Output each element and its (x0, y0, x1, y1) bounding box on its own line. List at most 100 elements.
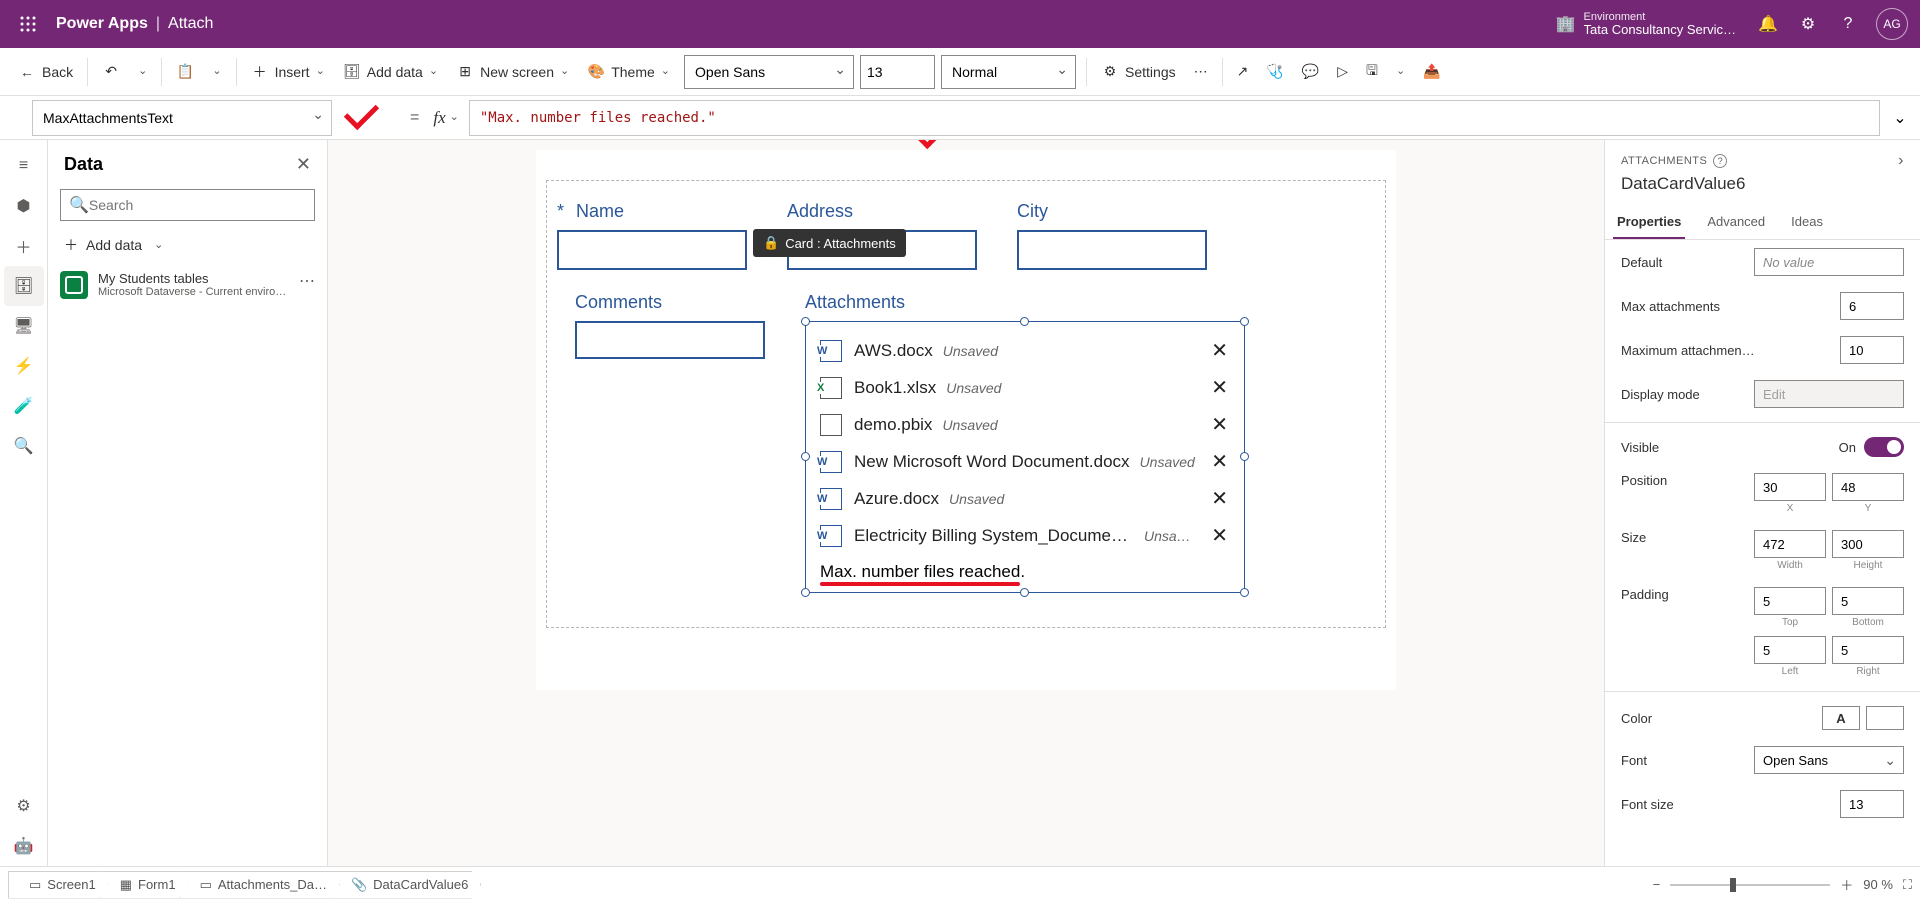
paste-button[interactable]: 📋 (168, 53, 202, 91)
prop-width-input[interactable] (1754, 530, 1826, 558)
prop-fontsize-input[interactable] (1840, 790, 1904, 818)
resize-handle[interactable] (1240, 588, 1249, 597)
rail-power-automate[interactable]: ⚡ (4, 346, 44, 386)
prop-padleft-input[interactable] (1754, 636, 1826, 664)
remove-attachment-icon[interactable]: ✕ (1205, 486, 1234, 511)
share-button[interactable]: ↗ (1229, 53, 1257, 91)
comments-input[interactable] (575, 321, 765, 359)
environment-picker[interactable]: 🏢 Environment Tata Consultancy Servic… (1556, 11, 1736, 37)
paste-menu[interactable]: ⌄ (204, 53, 229, 91)
remove-attachment-icon[interactable]: ✕ (1205, 523, 1234, 548)
rail-data[interactable]: 🗄 (4, 266, 44, 306)
data-source-more-icon[interactable]: ⋯ (299, 271, 315, 291)
back-button[interactable]: ←Back (10, 53, 81, 91)
data-search[interactable]: 🔍 (60, 189, 315, 221)
checker-button[interactable]: 🩺 (1258, 53, 1291, 91)
prop-visible-label: Visible (1621, 440, 1659, 455)
settings-gear-icon[interactable]: ⚙ (1788, 4, 1828, 44)
prop-x-input[interactable] (1754, 473, 1826, 501)
rail-insert[interactable]: ⬢ (4, 186, 44, 226)
prop-default-input[interactable] (1754, 248, 1904, 276)
prop-maxatt-input[interactable] (1840, 292, 1904, 320)
resize-handle[interactable] (801, 588, 810, 597)
resize-handle[interactable] (1240, 317, 1249, 326)
rail-variables[interactable]: 🧪 (4, 386, 44, 426)
expand-panel-icon[interactable]: › (1898, 152, 1904, 170)
notifications-icon[interactable]: 🔔 (1748, 4, 1788, 44)
resize-handle[interactable] (801, 317, 810, 326)
add-data-button[interactable]: 🗄Add data⌄ (335, 53, 446, 91)
font-select[interactable] (684, 55, 854, 89)
breadcrumb-card[interactable]: ▭Attachments_Da… (179, 871, 340, 899)
app-canvas[interactable]: Name Address 🔒 Card : Attachments City (536, 150, 1396, 690)
prop-height-input[interactable] (1832, 530, 1904, 558)
info-icon[interactable]: ? (1713, 154, 1727, 168)
close-panel-icon[interactable]: ✕ (296, 154, 311, 175)
formula-input[interactable] (469, 100, 1880, 136)
prop-font-input[interactable] (1754, 746, 1904, 774)
save-menu[interactable]: ⌄ (1388, 53, 1413, 91)
city-input[interactable] (1017, 230, 1207, 270)
save-button[interactable]: 🖫 (1358, 53, 1386, 91)
prop-maxsize-input[interactable] (1840, 336, 1904, 364)
tab-ideas[interactable]: Ideas (1787, 204, 1827, 239)
fit-screen-button[interactable]: ⛶ (1903, 877, 1912, 893)
rail-media[interactable]: 🖥 (4, 306, 44, 346)
rail-settings[interactable]: ⚙ (4, 786, 44, 826)
zoom-slider[interactable] (1670, 884, 1830, 886)
prop-fill-color[interactable] (1866, 706, 1904, 730)
insert-button[interactable]: ＋Insert⌄ (243, 53, 333, 91)
rail-tree-view[interactable]: ≡ (4, 146, 44, 186)
prop-font-color[interactable]: A (1822, 706, 1860, 730)
breadcrumb-form[interactable]: ▦Form1 (99, 871, 189, 899)
publish-button[interactable]: 📤 (1415, 53, 1448, 91)
name-input[interactable] (557, 230, 747, 270)
zoom-out-button[interactable]: − (1653, 877, 1661, 892)
remove-attachment-icon[interactable]: ✕ (1205, 412, 1234, 437)
remove-attachment-icon[interactable]: ✕ (1205, 449, 1234, 474)
resize-handle[interactable] (801, 452, 810, 461)
clipboard-icon: 📋 (176, 63, 194, 81)
attachments-control[interactable]: AWS.docxUnsaved✕Book1.xlsxUnsaved✕demo.p… (805, 321, 1245, 593)
prop-padtop-input[interactable] (1754, 587, 1826, 615)
product-name[interactable]: Power Apps (56, 15, 148, 33)
settings-button[interactable]: ⚙Settings (1093, 53, 1184, 91)
play-button[interactable]: ▷ (1329, 53, 1356, 91)
font-weight-select[interactable] (941, 55, 1076, 89)
remove-attachment-icon[interactable]: ✕ (1205, 338, 1234, 363)
tab-advanced[interactable]: Advanced (1703, 204, 1769, 239)
canvas-area[interactable]: Name Address 🔒 Card : Attachments City (328, 140, 1604, 866)
property-select[interactable] (32, 100, 332, 136)
data-search-input[interactable] (89, 197, 306, 213)
theme-button[interactable]: 🎨Theme⌄ (579, 53, 678, 91)
undo-button[interactable]: ↶ (94, 53, 128, 91)
formula-expand-button[interactable]: ⌄ (1880, 108, 1920, 128)
avatar[interactable]: AG (1876, 8, 1908, 40)
breadcrumb-value[interactable]: 📎DataCardValue6 (330, 871, 481, 899)
overflow-menu[interactable]: ⋯ (1186, 53, 1216, 91)
new-screen-button[interactable]: ⊞New screen⌄ (448, 53, 577, 91)
resize-handle[interactable] (1240, 452, 1249, 461)
rail-search[interactable]: 🔍 (4, 426, 44, 466)
rail-add[interactable]: ＋ (4, 226, 44, 266)
prop-padright-input[interactable] (1832, 636, 1904, 664)
form[interactable]: Name Address 🔒 Card : Attachments City (546, 180, 1386, 628)
data-source-item[interactable]: My Students tables Microsoft Dataverse -… (48, 263, 327, 307)
breadcrumb-screen[interactable]: ▭Screen1 (8, 871, 109, 899)
undo-menu[interactable]: ⌄ (130, 53, 155, 91)
add-data-link[interactable]: ＋ Add data ⌄ (48, 227, 327, 263)
fx-menu[interactable]: ⌄ (450, 112, 459, 123)
comments-button[interactable]: 💬 (1294, 53, 1327, 91)
help-icon[interactable]: ? (1828, 4, 1868, 44)
resize-handle[interactable] (1020, 317, 1029, 326)
waffle-icon[interactable] (12, 8, 44, 40)
tab-properties[interactable]: Properties (1613, 204, 1685, 239)
resize-handle[interactable] (1020, 588, 1029, 597)
rail-virtual-agent[interactable]: 🤖 (4, 826, 44, 866)
prop-padbottom-input[interactable] (1832, 587, 1904, 615)
prop-y-input[interactable] (1832, 473, 1904, 501)
prop-visible-toggle[interactable] (1864, 437, 1904, 457)
remove-attachment-icon[interactable]: ✕ (1205, 375, 1234, 400)
zoom-in-button[interactable]: ＋ (1840, 875, 1853, 894)
font-size-input[interactable] (860, 55, 935, 89)
